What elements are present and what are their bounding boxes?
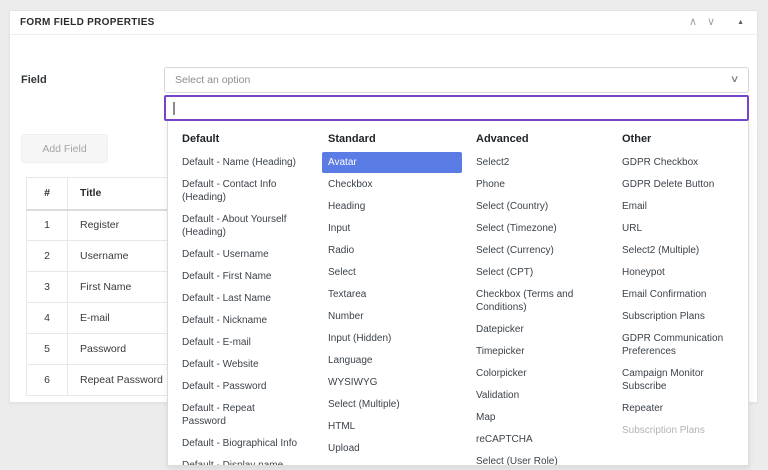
option-group-label: Advanced <box>470 130 616 149</box>
dropdown-option[interactable]: Checkbox <box>322 174 462 195</box>
dropdown-option[interactable]: Select (Country) <box>470 196 608 217</box>
dropdown-option[interactable]: Input <box>322 218 462 239</box>
column-header-number: # <box>27 178 68 210</box>
row-number: 5 <box>27 334 68 365</box>
dropdown-option[interactable]: Heading <box>322 196 462 217</box>
dropdown-option[interactable]: Select (Timezone) <box>470 218 608 239</box>
dropdown-option[interactable]: Campaign Monitor Subscribe <box>616 363 742 397</box>
dropdown-option[interactable]: Select <box>322 262 462 283</box>
select-placeholder: Select an option <box>175 74 250 86</box>
collapse-toggle-icon[interactable]: ▲ <box>734 17 747 28</box>
dropdown-option[interactable]: Avatar <box>322 152 462 173</box>
move-up-icon[interactable]: ∧ <box>684 15 702 30</box>
dropdown-option[interactable]: Default - Username <box>176 244 314 265</box>
dropdown-option[interactable]: Default - Contact Info (Heading) <box>176 174 314 208</box>
panel-title: FORM FIELD PROPERTIES <box>20 17 155 28</box>
dropdown-option[interactable]: Default - Website <box>176 354 314 375</box>
dropdown-option[interactable]: Default - E-mail <box>176 332 314 353</box>
dropdown-option[interactable]: Select2 <box>470 152 608 173</box>
dropdown-option[interactable]: Textarea <box>322 284 462 305</box>
dropdown-option[interactable]: Default - Biographical Info <box>176 433 314 454</box>
chevron-down-icon: ∨ <box>730 75 740 85</box>
dropdown-option[interactable]: HTML <box>322 416 462 437</box>
option-group-other: OtherGDPR CheckboxGDPR Delete ButtonEmai… <box>616 130 749 465</box>
dropdown-option[interactable]: Colorpicker <box>470 363 608 384</box>
option-group-default: DefaultDefault - Name (Heading)Default -… <box>176 130 322 465</box>
panel-header: FORM FIELD PROPERTIES ∧ ∨ ▲ <box>10 11 757 35</box>
dropdown-option[interactable]: Default - Display name publicly as <box>176 455 314 466</box>
dropdown-option[interactable]: Validation <box>470 385 608 406</box>
dropdown-option[interactable]: Honeypot <box>616 262 742 283</box>
dropdown-option[interactable]: Default - Last Name <box>176 288 314 309</box>
dropdown-option[interactable]: Default - Nickname <box>176 310 314 331</box>
dropdown-option[interactable]: Subscription Plans <box>616 306 742 327</box>
row-number: 4 <box>27 303 68 334</box>
option-group-label: Standard <box>322 130 470 149</box>
dropdown-option[interactable]: Select (CPT) <box>470 262 608 283</box>
dropdown-option[interactable]: Phone <box>470 174 608 195</box>
dropdown-panel: DefaultDefault - Name (Heading)Default -… <box>167 121 749 466</box>
option-group-standard: StandardAvatarCheckboxHeadingInputRadioS… <box>322 130 470 465</box>
field-select[interactable]: Select an option ∨ <box>164 67 749 93</box>
row-number: 3 <box>27 272 68 303</box>
dropdown-option[interactable]: Select2 (Multiple) <box>616 240 742 261</box>
dropdown-option[interactable]: Select (Currency) <box>470 240 608 261</box>
row-number: 2 <box>27 241 68 272</box>
dropdown-option[interactable]: Repeater <box>616 398 742 419</box>
dropdown-option[interactable]: Default - First Name <box>176 266 314 287</box>
text-caret <box>173 102 175 115</box>
dropdown-option[interactable]: Language <box>322 350 462 371</box>
dropdown-search[interactable] <box>164 95 749 121</box>
dropdown-option[interactable]: reCAPTCHA <box>470 429 608 450</box>
dropdown-option[interactable]: Default - Name (Heading) <box>176 152 314 173</box>
search-input[interactable] <box>172 97 741 119</box>
option-group-label: Other <box>616 130 749 149</box>
dropdown-option[interactable]: Email Confirmation <box>616 284 742 305</box>
field-label: Field <box>21 74 47 86</box>
dropdown-option[interactable]: Default - About Yourself (Heading) <box>176 209 314 243</box>
dropdown-option[interactable]: Default - Password <box>176 376 314 397</box>
form-field-properties-panel: FORM FIELD PROPERTIES ∧ ∨ ▲ Field Select… <box>9 10 758 403</box>
dropdown-option[interactable]: Upload <box>322 438 462 459</box>
move-down-icon[interactable]: ∨ <box>702 15 720 30</box>
dropdown-option[interactable]: Checkbox (Terms and Conditions) <box>470 284 608 318</box>
dropdown-option[interactable]: Timepicker <box>470 341 608 362</box>
panel-controls: ∧ ∨ ▲ <box>684 15 747 30</box>
dropdown-option[interactable]: Input (Hidden) <box>322 328 462 349</box>
option-group-advanced: AdvancedSelect2PhoneSelect (Country)Sele… <box>470 130 616 465</box>
dropdown-option[interactable]: GDPR Communication Preferences <box>616 328 742 362</box>
dropdown-option[interactable]: GDPR Delete Button <box>616 174 742 195</box>
dropdown-option[interactable]: Map <box>470 407 608 428</box>
dropdown-option: Subscription Plans <box>616 420 742 441</box>
add-field-button[interactable]: Add Field <box>21 134 108 163</box>
row-number: 6 <box>27 365 68 396</box>
dropdown-option[interactable]: WYSIWYG <box>322 372 462 393</box>
dropdown-option[interactable]: Email <box>616 196 742 217</box>
dropdown-option[interactable]: Number <box>322 306 462 327</box>
dropdown-option[interactable]: GDPR Checkbox <box>616 152 742 173</box>
dropdown-option[interactable]: Datepicker <box>470 319 608 340</box>
dropdown-option[interactable]: URL <box>616 218 742 239</box>
dropdown-option[interactable]: Select (User Role) <box>470 451 608 466</box>
option-group-label: Default <box>176 130 322 149</box>
row-number: 1 <box>27 210 68 241</box>
dropdown-option[interactable]: Select (Multiple) <box>322 394 462 415</box>
dropdown-option[interactable]: Default - Repeat Password <box>176 398 314 432</box>
dropdown-option[interactable]: Radio <box>322 240 462 261</box>
